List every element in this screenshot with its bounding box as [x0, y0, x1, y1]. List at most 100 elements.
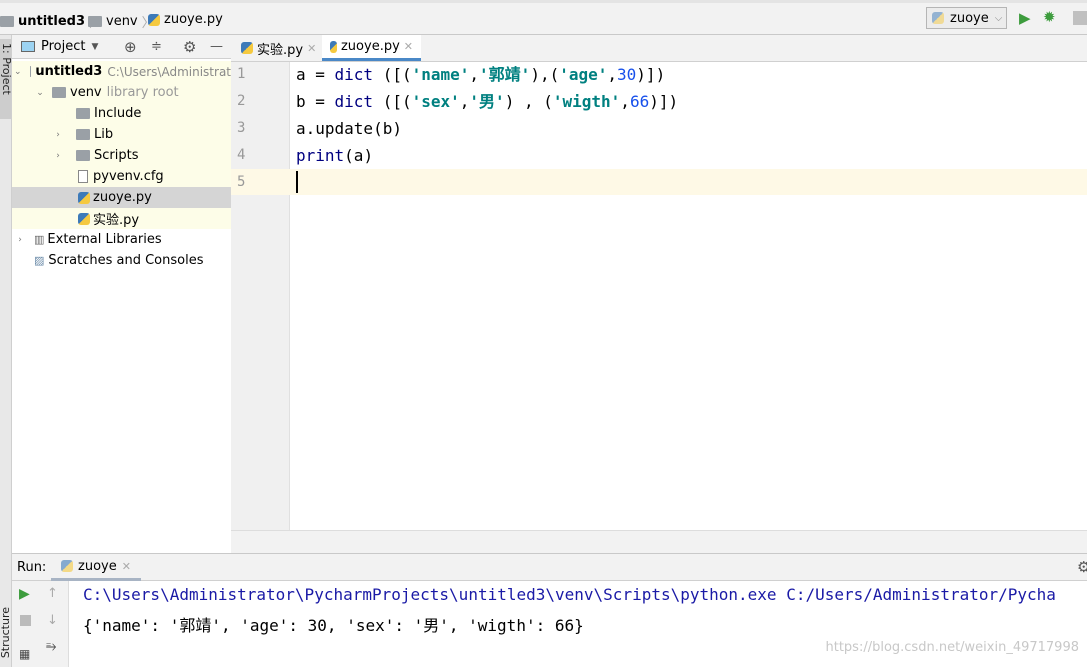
tree-label: Scripts: [94, 148, 139, 163]
debug-icon[interactable]: ✹: [1043, 8, 1056, 26]
stop-icon[interactable]: [1073, 11, 1087, 25]
code-token: ([(: [373, 92, 412, 111]
tree-item-zuoye-py[interactable]: zuoye.py: [12, 187, 231, 208]
run-toolbar: ▶ ▦ ↑ ↓ ⥱: [12, 581, 69, 667]
code-token: dict: [334, 65, 374, 84]
locate-icon[interactable]: ⊕: [124, 38, 137, 56]
close-icon[interactable]: ✕: [404, 40, 413, 53]
code-token: )]): [636, 65, 666, 84]
code-token: 'wigth': [552, 92, 621, 111]
scratch-icon: ▨: [34, 254, 45, 267]
breadcrumb-project[interactable]: untitled3〉: [0, 12, 102, 31]
arrow-up-icon[interactable]: ↑: [47, 586, 58, 601]
breadcrumb-venv[interactable]: venv〉: [88, 12, 155, 31]
tree-hint: C:\Users\Administrat: [107, 64, 231, 79]
code-token: 'sex': [411, 92, 460, 111]
gear-icon[interactable]: ⚙: [183, 38, 196, 56]
horizontal-scrollbar[interactable]: [231, 530, 1087, 553]
run-panel-header: Run: zuoye ✕ ⚙: [12, 553, 1087, 581]
run-config-dropdown[interactable]: zuoye ⌵: [926, 7, 1007, 29]
chevron-down-icon[interactable]: ⌄: [34, 88, 46, 98]
breadcrumb-label: untitled3: [18, 14, 86, 29]
folder-icon: [88, 16, 102, 27]
breadcrumb-file[interactable]: zuoye.py: [148, 12, 223, 27]
code-token: 'age': [559, 65, 608, 84]
tree-label: venv: [70, 85, 102, 100]
console-command-line: C:\Users\Administrator\PycharmProjects\u…: [83, 585, 1056, 604]
python-file-icon: [330, 40, 337, 53]
run-config-label: zuoye: [950, 10, 989, 26]
tree-label: 实验.py: [93, 213, 140, 228]
tree-item-venv[interactable]: ⌄ venv library root: [12, 82, 231, 103]
tree-label: pyvenv.cfg: [93, 169, 164, 184]
code-line: print(a): [296, 142, 373, 169]
run-tab-zuoye[interactable]: zuoye ✕: [51, 554, 141, 581]
code-line: a.update(b): [296, 115, 402, 142]
stop-icon[interactable]: [20, 615, 31, 626]
tree-label: Include: [94, 106, 142, 121]
code-token: ,: [607, 65, 618, 84]
python-file-icon: [241, 42, 253, 54]
close-icon[interactable]: ✕: [122, 560, 131, 573]
tree-item-untitled3[interactable]: ⌄ untitled3 C:\Users\Administrat: [12, 61, 231, 82]
hide-icon[interactable]: —: [210, 39, 223, 54]
project-view-selector[interactable]: Project: [41, 39, 85, 54]
rerun-icon[interactable]: ▶: [19, 586, 30, 602]
run-tab-label: zuoye: [78, 558, 117, 574]
chevron-down-icon[interactable]: ▼: [91, 42, 98, 52]
tree-item-external-libraries[interactable]: › ▥ External Libraries: [12, 229, 231, 250]
chevron-down-icon[interactable]: ⌄: [14, 67, 22, 77]
code-line: b = dict ([('sex','男') , ('wigth',66)]): [296, 88, 678, 115]
code-line: a = dict ([('name','郭靖'),('age',30)]): [296, 61, 665, 88]
tree-item-lib[interactable]: › Lib: [12, 124, 231, 145]
code-token: ([(: [373, 65, 412, 84]
project-tool-button[interactable]: 1: Project: [0, 39, 13, 119]
code-token: '男': [469, 92, 505, 111]
code-token: ,: [469, 65, 480, 84]
code-token: a.update(b): [296, 119, 402, 138]
tree-item-shiyan-py[interactable]: 实验.py: [12, 208, 231, 229]
chevron-right-icon[interactable]: ›: [52, 130, 64, 140]
tree-label: External Libraries: [47, 232, 162, 247]
tree-item-scripts[interactable]: › Scripts: [12, 145, 231, 166]
project-tool-label[interactable]: 1: Project: [0, 43, 13, 95]
structure-tool-label[interactable]: Structure: [0, 607, 12, 658]
gear-icon[interactable]: ⚙: [1077, 558, 1087, 576]
code-token: ),(: [530, 65, 560, 84]
code-token: ) , (: [504, 92, 553, 111]
layout-icon[interactable]: ▦: [19, 647, 30, 661]
chevron-right-icon[interactable]: ›: [14, 235, 26, 245]
soft-wrap-icon[interactable]: ⥱: [46, 639, 56, 654]
code-token: dict: [334, 92, 374, 111]
left-tool-strip: 1: Project Structure: [0, 35, 13, 667]
tree-item-scratches[interactable]: ▨ Scratches and Consoles: [12, 250, 231, 271]
code-token: ,: [459, 92, 470, 111]
run-icon[interactable]: ▶: [1019, 9, 1031, 27]
python-file-icon: [78, 212, 90, 225]
tab-label: zuoye.py: [340, 39, 400, 54]
code-token: a =: [296, 65, 335, 84]
tree-item-include[interactable]: Include: [12, 103, 231, 124]
watermark: https://blog.csdn.net/weixin_49717998: [825, 640, 1079, 655]
collapse-all-icon[interactable]: ≑: [151, 39, 162, 54]
navigation-bar: untitled3〉 venv〉 zuoye.py zuoye ⌵ ▶ ✹: [0, 0, 1087, 35]
code-token: )]): [649, 92, 679, 111]
tab-zuoye-py[interactable]: zuoye.py ✕: [322, 35, 421, 61]
tree-item-pyvenv-cfg[interactable]: pyvenv.cfg: [12, 166, 231, 187]
arrow-down-icon[interactable]: ↓: [47, 613, 58, 628]
tree-label: zuoye.py: [93, 190, 152, 205]
breadcrumb-label: venv: [106, 14, 138, 29]
code-area[interactable]: 12345a = dict ([('name','郭靖'),('age',30)…: [231, 62, 1087, 530]
tab-shiyan-py[interactable]: 实验.py ✕: [233, 35, 324, 61]
python-icon: [61, 560, 73, 572]
folder-icon: [76, 150, 90, 161]
line-number: 5: [237, 174, 246, 190]
line-number: 1: [237, 66, 246, 82]
project-panel-header: Project ▼ ⊕ ≑ ⚙ —: [12, 35, 231, 59]
close-icon[interactable]: ✕: [307, 42, 316, 55]
python-icon: [932, 12, 944, 24]
tree-label: Lib: [94, 127, 114, 142]
code-token: 66: [629, 92, 650, 111]
folder-icon: [76, 129, 90, 140]
chevron-right-icon[interactable]: ›: [52, 151, 64, 161]
